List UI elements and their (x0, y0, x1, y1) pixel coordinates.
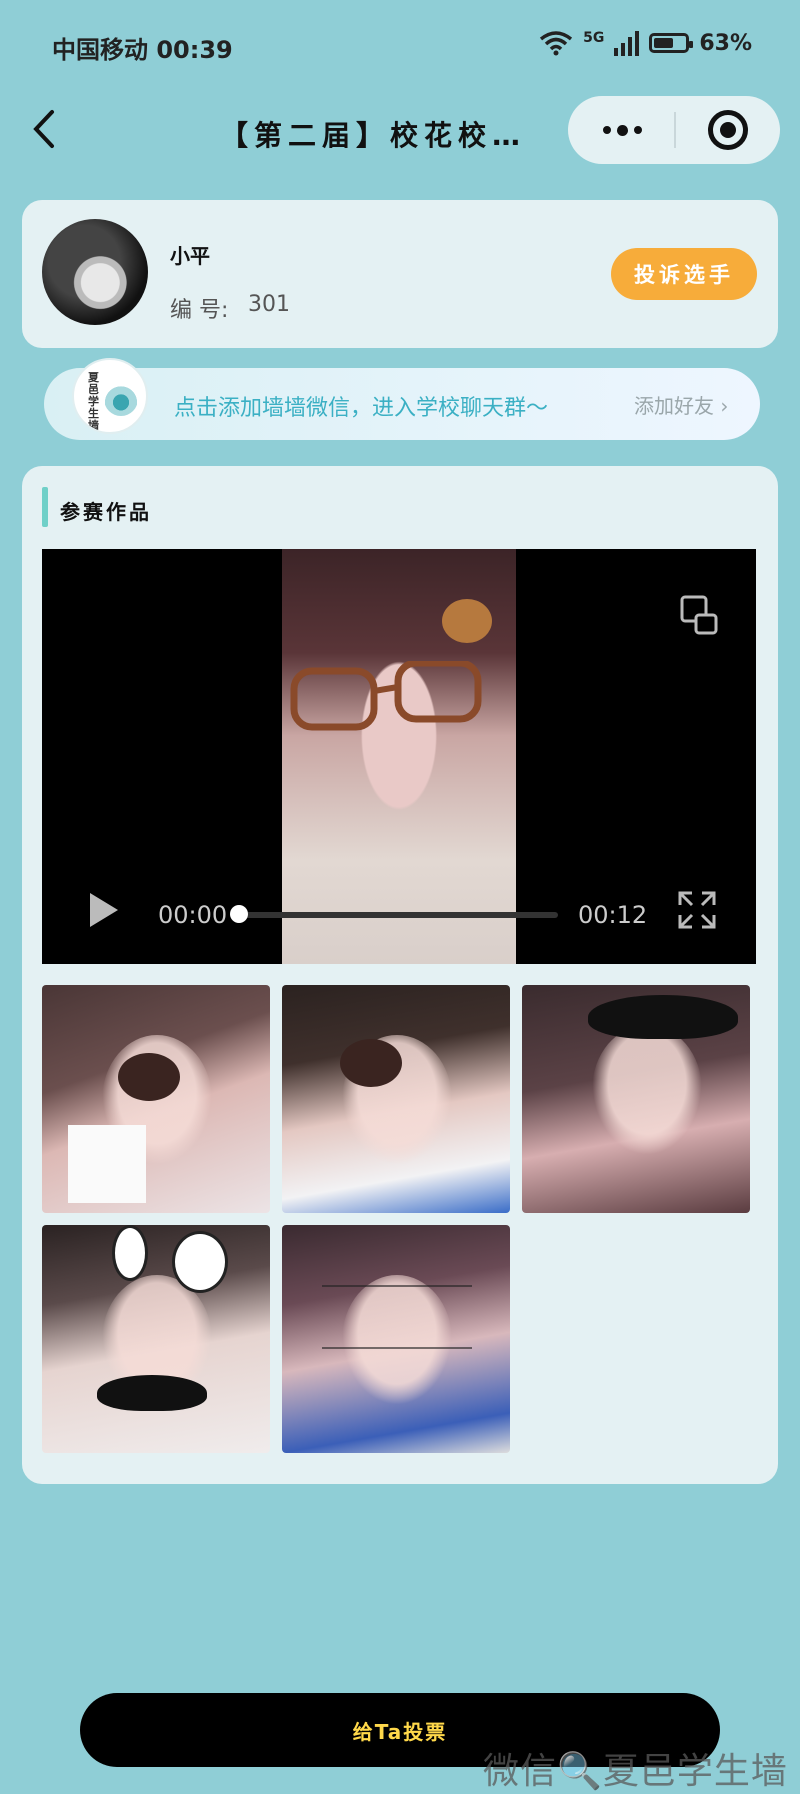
duration: 00:12 (578, 901, 648, 929)
section-accent-bar (42, 487, 48, 527)
progress-handle[interactable] (230, 905, 248, 923)
section-title: 参赛作品 (60, 500, 152, 524)
add-friend-link[interactable]: 添加好友 › (634, 390, 728, 419)
glasses-sticker (290, 661, 482, 731)
play-button[interactable] (90, 893, 118, 927)
mini-program-capsule (568, 96, 780, 164)
watermark: 微信🔍夏邑学生墙 (483, 1751, 788, 1792)
contestant-name: 小平 (170, 244, 210, 268)
page-title: 【第二届】校花校… (220, 119, 527, 152)
status-indicators: 5G 63% (539, 30, 752, 56)
bear-sticker (442, 599, 492, 643)
progress-track[interactable] (236, 912, 558, 918)
bunny-ears-sticker-2 (172, 1231, 228, 1293)
signal-icon (614, 30, 640, 56)
wifi-icon (540, 31, 573, 56)
current-time: 00:00 (158, 901, 228, 929)
fullscreen-icon[interactable] (676, 889, 718, 931)
cat-whiskers-sticker (322, 1285, 472, 1349)
report-button[interactable]: 投诉选手 (611, 248, 757, 300)
bunny-ears-sticker (112, 1225, 148, 1281)
work-photo-2[interactable] (282, 985, 510, 1213)
back-button[interactable] (28, 104, 68, 154)
video-player[interactable]: 00:00 00:12 (42, 549, 756, 964)
wall-logo: 夏邑学生墙 (72, 358, 148, 434)
work-photo-3[interactable] (522, 985, 750, 1213)
work-photo-4[interactable] (42, 1225, 270, 1453)
work-photo-1[interactable] (42, 985, 270, 1213)
network-label: 5G (583, 30, 605, 46)
chevron-left-icon (33, 110, 54, 148)
battery-icon (649, 33, 694, 53)
picture-in-picture-icon[interactable] (680, 595, 718, 635)
number-label: 编 号: (170, 298, 229, 323)
battery-level: 63% (699, 30, 752, 56)
capsule-divider (674, 112, 676, 148)
video-frame (282, 549, 516, 964)
close-mini-program-button[interactable] (708, 110, 748, 150)
contestant-number: 301 (248, 292, 290, 317)
paper-note (68, 1125, 146, 1203)
banner-text[interactable]: 点击添加墙墙微信，进入学校聊天群～ (174, 390, 548, 422)
more-options-button[interactable] (598, 120, 646, 140)
work-photo-5[interactable] (282, 1225, 510, 1453)
status-time: 中国移动 00:39 (52, 36, 233, 64)
avatar (42, 219, 148, 325)
